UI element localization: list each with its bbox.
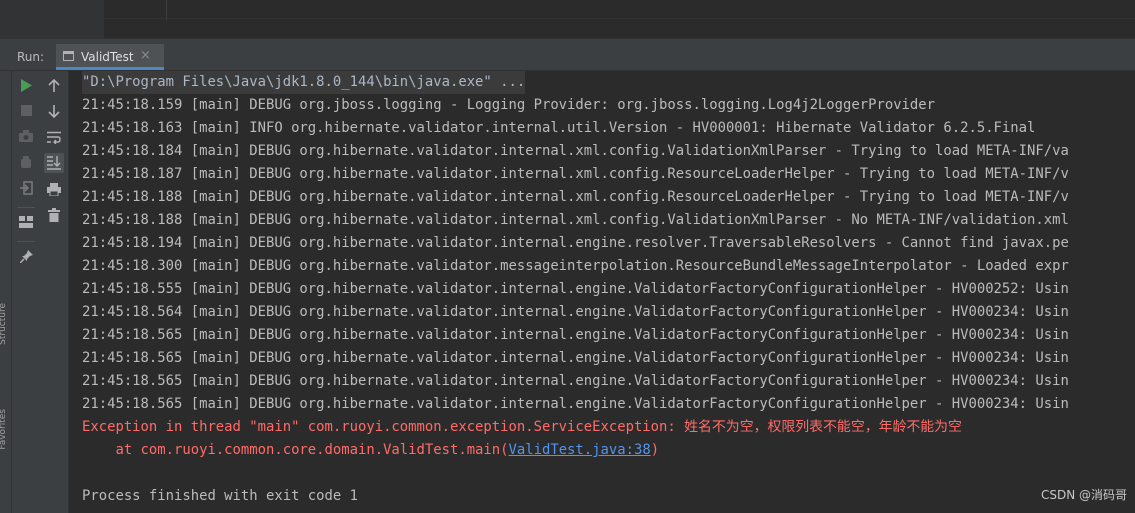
dump-threads-button[interactable] — [16, 126, 36, 146]
clear-all-button[interactable] — [44, 205, 64, 225]
scroll-to-end-button[interactable] — [44, 153, 64, 173]
source-link[interactable]: ValidTest.java:38 — [509, 442, 651, 458]
log-line: 21:45:18.564 [main] DEBUG org.hibernate.… — [82, 304, 1069, 320]
run-tool-window-header: Run: ValidTest × — [0, 44, 1135, 71]
console-icon — [63, 51, 74, 61]
run-toolbar-right — [40, 71, 69, 513]
close-icon[interactable]: × — [140, 48, 151, 63]
command-line: "D:\Program Files\Java\jdk1.8.0_144\bin\… — [82, 71, 526, 94]
stop-icon — [20, 104, 32, 116]
soft-wrap-icon — [47, 131, 61, 144]
login-icon — [20, 181, 33, 195]
log-line: 21:45:18.555 [main] DEBUG org.hibernate.… — [82, 281, 1069, 297]
debug-button[interactable] — [16, 152, 36, 172]
camera-icon — [19, 130, 33, 142]
down-stack-trace-button[interactable] — [44, 101, 64, 121]
print-icon — [47, 182, 61, 196]
log-line: 21:45:18.565 [main] DEBUG org.hibernate.… — [82, 373, 1069, 389]
pin-tab-button[interactable] — [16, 246, 36, 266]
soft-wrap-button[interactable] — [44, 127, 64, 147]
log-line: 21:45:18.565 [main] DEBUG org.hibernate.… — [82, 396, 1069, 412]
restore-layout-button[interactable] — [16, 212, 36, 232]
editor-divider — [166, 0, 167, 20]
trash-icon — [48, 208, 60, 222]
log-line: 21:45:18.187 [main] DEBUG org.hibernate.… — [82, 166, 1069, 182]
log-line: 21:45:18.300 [main] DEBUG org.hibernate.… — [82, 258, 1069, 274]
side-tab-structure[interactable]: Structure — [0, 303, 8, 345]
editor-area — [0, 0, 1135, 45]
stack-suffix: ) — [650, 442, 660, 458]
tab-validtest[interactable]: ValidTest × — [56, 44, 164, 70]
log-line: 21:45:18.184 [main] DEBUG org.hibernate.… — [82, 143, 1069, 159]
exit-line: Process finished with exit code 1 — [82, 488, 358, 504]
run-icon — [21, 78, 32, 92]
log-line: 21:45:18.159 [main] DEBUG org.jboss.logg… — [82, 97, 936, 113]
log-line: 21:45:18.194 [main] DEBUG org.hibernate.… — [82, 235, 1069, 251]
pin-icon — [19, 249, 33, 263]
down-arrow-icon — [48, 104, 60, 118]
log-line: 21:45:18.188 [main] DEBUG org.hibernate.… — [82, 212, 1069, 228]
log-line: 21:45:18.565 [main] DEBUG org.hibernate.… — [82, 350, 1069, 366]
up-stack-trace-button[interactable] — [44, 75, 64, 95]
debug-icon — [21, 156, 31, 168]
watermark: CSDN @消码哥 — [1040, 488, 1127, 502]
run-label: Run: — [17, 50, 45, 64]
side-tool-strip: Structure Favorites — [0, 71, 12, 513]
stack-prefix: at com.ruoyi.common.core.domain.ValidTes… — [82, 442, 509, 458]
layout-icon — [19, 216, 33, 228]
console-output[interactable]: "D:\Program Files\Java\jdk1.8.0_144\bin\… — [70, 71, 1135, 513]
run-toolbar-left — [12, 71, 40, 513]
exit-button[interactable] — [16, 178, 36, 198]
log-line: 21:45:18.163 [main] INFO org.hibernate.v… — [82, 120, 1036, 136]
side-tab-favorites[interactable]: Favorites — [0, 409, 8, 450]
up-arrow-icon — [48, 78, 60, 92]
scroll-to-end-icon — [47, 156, 61, 170]
log-line: 21:45:18.188 [main] DEBUG org.hibernate.… — [82, 189, 1069, 205]
toolbar-separator — [17, 207, 35, 208]
editor-divider-horizontal — [104, 18, 1135, 19]
print-button[interactable] — [44, 179, 64, 199]
log-line: 21:45:18.565 [main] DEBUG org.hibernate.… — [82, 327, 1069, 343]
toolbar-separator — [17, 241, 35, 242]
tab-label: ValidTest — [81, 50, 134, 64]
stop-button[interactable] — [16, 100, 36, 120]
rerun-button[interactable] — [16, 75, 36, 95]
exception-line: Exception in thread "main" com.ruoyi.com… — [82, 419, 962, 435]
stack-trace-line: at com.ruoyi.common.core.domain.ValidTes… — [82, 439, 659, 462]
